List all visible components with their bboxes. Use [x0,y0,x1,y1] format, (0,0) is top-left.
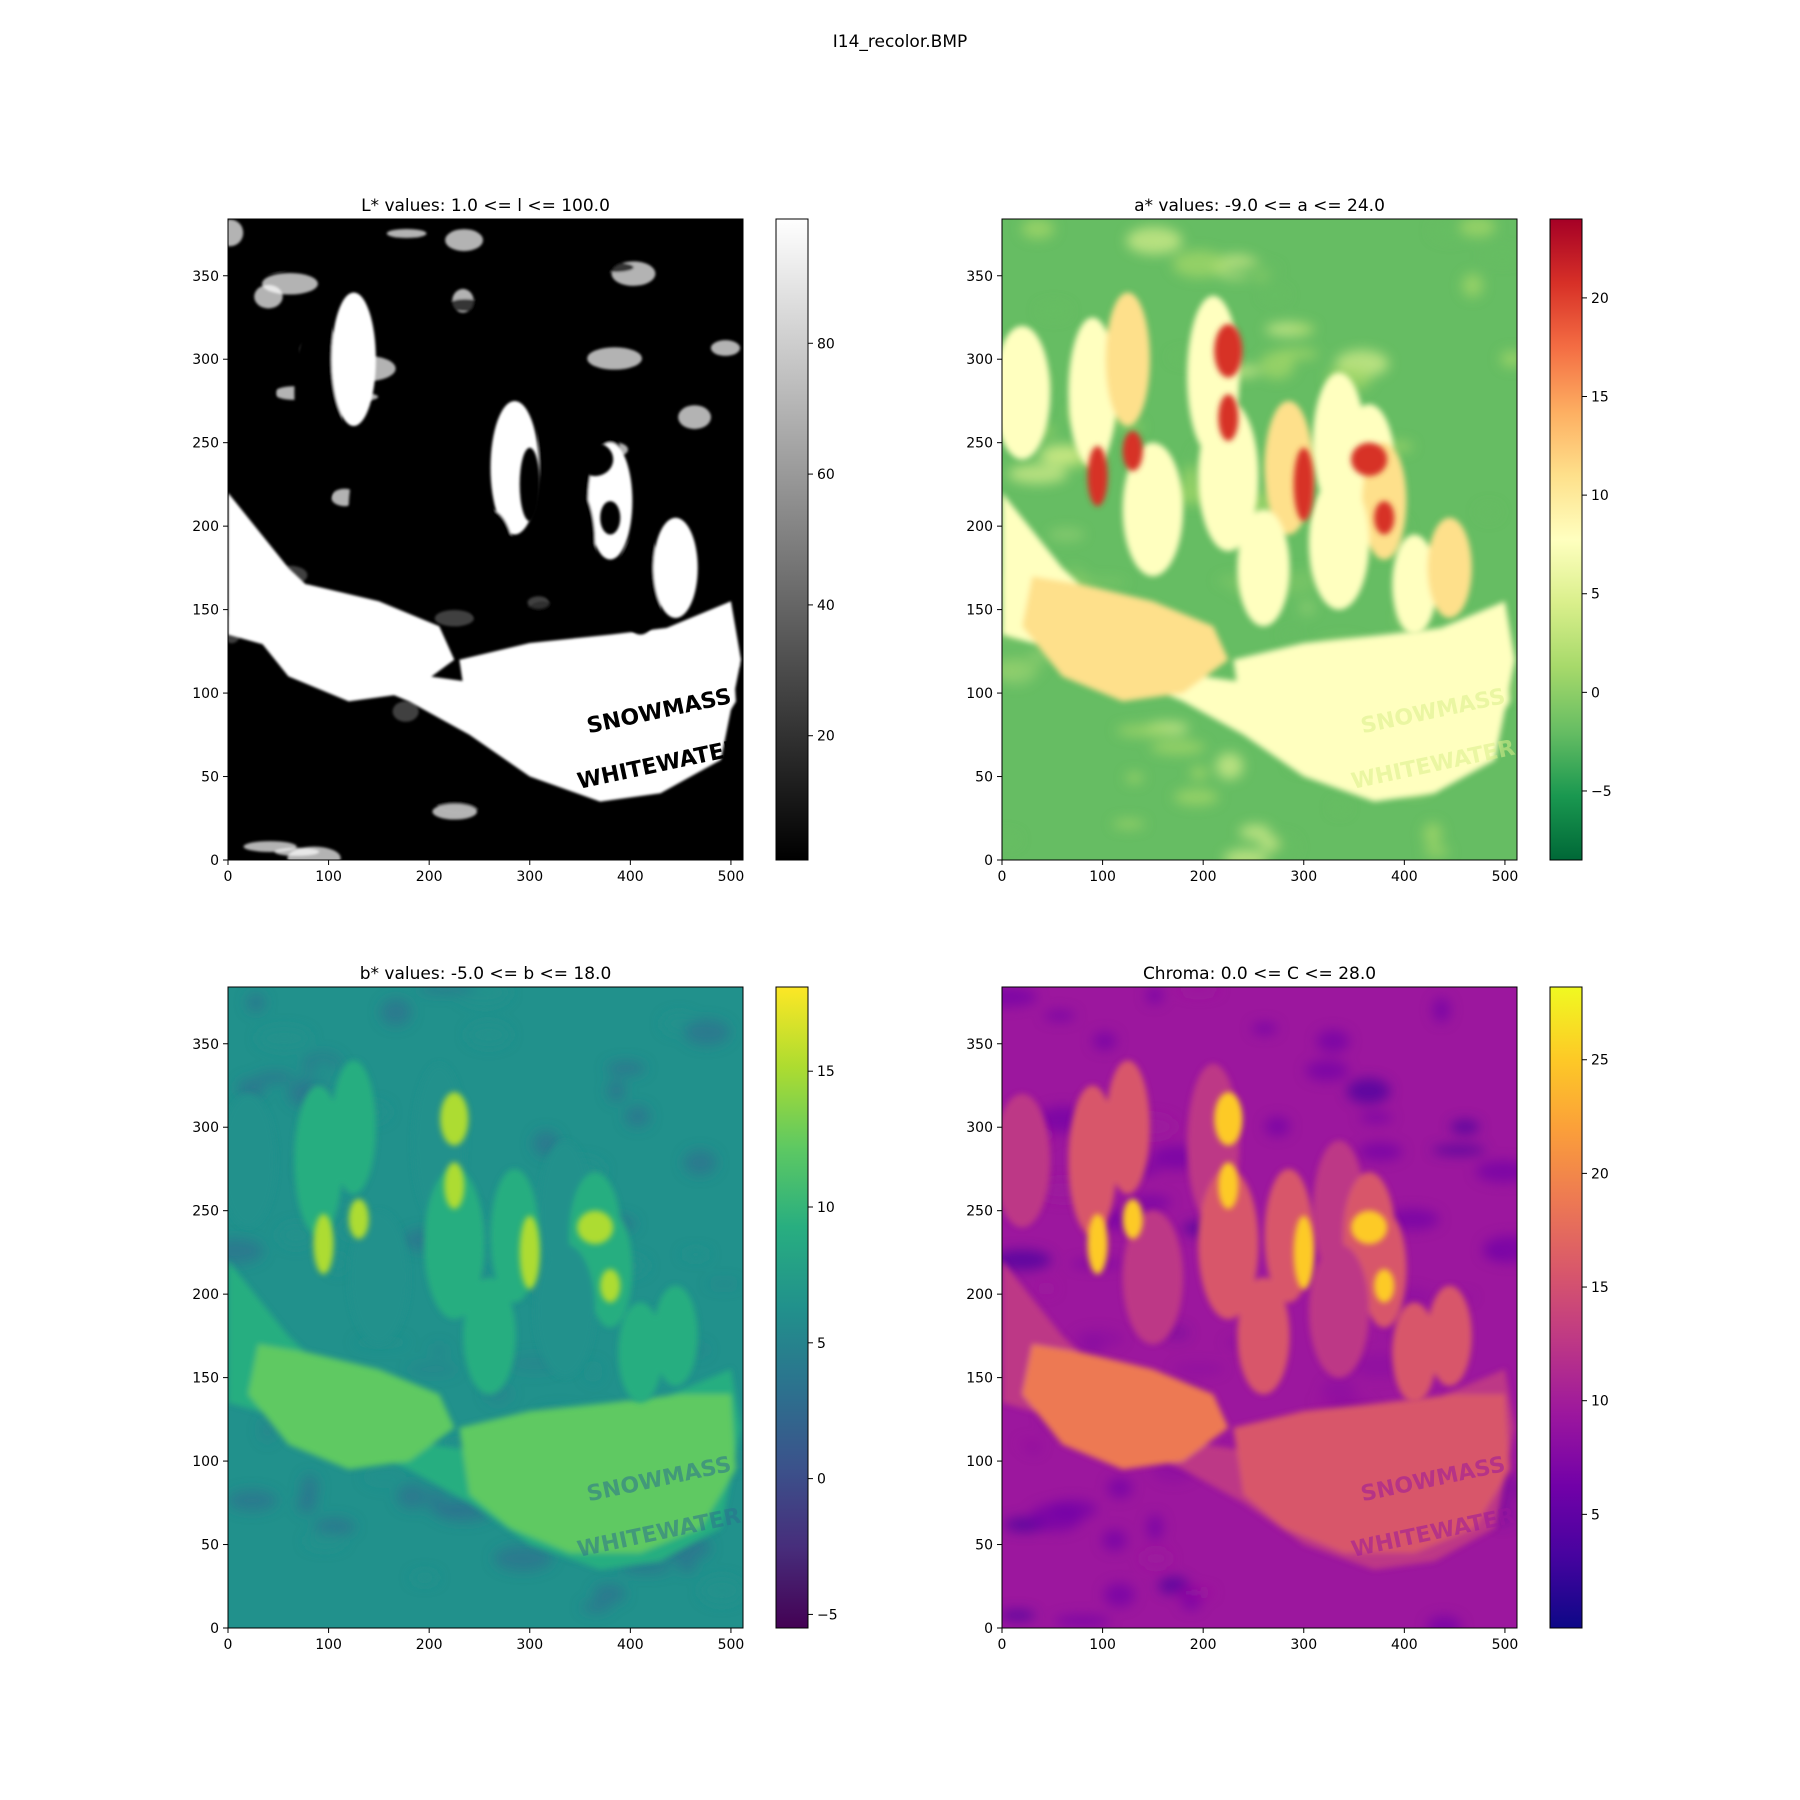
x-tick-label: 400 [617,869,644,885]
y-tick-label: 250 [192,436,219,452]
y-tick-label: 350 [192,1037,219,1053]
y-tick-label: 350 [192,269,219,285]
subplot-a: SNOWMASSWHITEWATER a* values: -9.0 <= a <… [966,196,1611,885]
y-tick-label: 250 [966,436,993,452]
colorbar-tick-label: 20 [817,729,835,745]
y-tick-label: 100 [192,1454,219,1470]
colorbar [776,987,808,1628]
colorbar-tick-label: 10 [1591,488,1609,504]
y-tick-label: 50 [975,770,993,786]
colorbar-tick-label: 20 [1591,1166,1609,1182]
x-tick-label: 400 [617,1637,644,1653]
y-tick-label: 150 [966,603,993,619]
colorbar-tick-label: 40 [817,598,835,614]
colorbar-tick-label: 25 [1591,1053,1609,1069]
x-tick-label: 200 [1190,869,1217,885]
y-tick-label: 50 [975,1538,993,1554]
y-tick-label: 100 [966,1454,993,1470]
y-tick-label: 300 [192,1120,219,1136]
y-tick-label: 50 [201,770,219,786]
colorbar-tick-label: −5 [1591,784,1612,800]
x-tick-label: 500 [718,1637,745,1653]
subplot-title: Chroma: 0.0 <= C <= 28.0 [1143,964,1376,984]
colorbar [1550,219,1582,860]
x-tick-label: 0 [224,1637,233,1653]
y-tick-label: 200 [192,1287,219,1303]
colorbar-tick-label: 5 [1591,1507,1600,1523]
y-tick-label: 150 [192,603,219,619]
colorbar-tick-label: 5 [1591,587,1600,603]
x-tick-label: 500 [718,869,745,885]
subplot-title: a* values: -9.0 <= a <= 24.0 [1134,196,1385,216]
x-tick-label: 500 [1492,869,1519,885]
y-tick-label: 0 [984,1621,993,1637]
heatmap-image: SNOWMASSWHITEWATER [228,219,743,860]
colorbar [776,219,808,860]
colorbar-tick-label: 15 [1591,1280,1609,1296]
x-tick-label: 200 [416,1637,443,1653]
subplot-title: L* values: 1.0 <= l <= 100.0 [361,196,610,216]
y-tick-label: 0 [984,853,993,869]
colorbar-tick-label: 5 [817,1336,826,1352]
y-tick-label: 50 [201,1538,219,1554]
subplot-title: b* values: -5.0 <= b <= 18.0 [360,964,612,984]
x-tick-label: 500 [1492,1637,1519,1653]
heatmap-image: SNOWMASSWHITEWATER [1002,987,1517,1628]
y-tick-label: 200 [966,519,993,535]
colorbar-tick-label: 10 [1591,1394,1609,1410]
y-tick-label: 100 [192,686,219,702]
subplot-L: SNOWMASSWHITEWATER L* values: 1.0 <= l <=… [192,196,835,885]
subplot-C: SNOWMASSWHITEWATER Chroma: 0.0 <= C <= 28… [966,964,1609,1653]
y-tick-label: 150 [192,1371,219,1387]
colorbar-tick-label: 15 [1591,390,1609,406]
x-tick-label: 300 [1290,869,1317,885]
x-tick-label: 100 [1089,1637,1116,1653]
x-tick-label: 0 [998,869,1007,885]
subplot-b: SNOWMASSWHITEWATER b* values: -5.0 <= b <… [192,964,837,1653]
x-tick-label: 400 [1391,1637,1418,1653]
x-tick-label: 200 [1190,1637,1217,1653]
figure: SNOWMASSWHITEWATER L* values: 1.0 <= l <=… [192,196,1611,1653]
x-tick-label: 300 [516,1637,543,1653]
colorbar-tick-label: 15 [817,1064,835,1080]
colorbar-tick-label: 80 [817,336,835,352]
colorbar-tick-label: 60 [817,467,835,483]
x-tick-label: 0 [998,1637,1007,1653]
y-tick-label: 300 [966,352,993,368]
y-tick-label: 200 [192,519,219,535]
x-tick-label: 300 [516,869,543,885]
x-tick-label: 100 [1089,869,1116,885]
x-tick-label: 0 [224,869,233,885]
x-tick-label: 300 [1290,1637,1317,1653]
y-tick-label: 0 [210,1621,219,1637]
y-tick-label: 350 [966,1037,993,1053]
x-tick-label: 200 [416,869,443,885]
y-tick-label: 300 [192,352,219,368]
y-tick-label: 0 [210,853,219,869]
heatmap-image: SNOWMASSWHITEWATER [1002,219,1517,860]
x-tick-label: 100 [315,869,342,885]
x-tick-label: 100 [315,1637,342,1653]
x-tick-label: 400 [1391,869,1418,885]
colorbar [1550,987,1582,1628]
colorbar-tick-label: 0 [817,1472,826,1488]
colorbar-tick-label: 20 [1591,291,1609,307]
y-tick-label: 300 [966,1120,993,1136]
y-tick-label: 100 [966,686,993,702]
y-tick-label: 250 [192,1204,219,1220]
y-tick-label: 250 [966,1204,993,1220]
colorbar-tick-label: 10 [817,1200,835,1216]
y-tick-label: 150 [966,1371,993,1387]
colorbar-tick-label: −5 [817,1607,838,1623]
y-tick-label: 200 [966,1287,993,1303]
heatmap-image: SNOWMASSWHITEWATER [228,987,743,1628]
y-tick-label: 350 [966,269,993,285]
colorbar-tick-label: 0 [1591,685,1600,701]
